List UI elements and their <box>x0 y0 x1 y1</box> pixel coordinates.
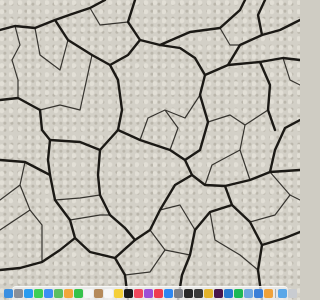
pages-icon[interactable] <box>263 289 273 298</box>
system-preferences-icon[interactable] <box>173 289 183 298</box>
desktop-wallpaper <box>0 0 300 300</box>
activity-monitor-icon[interactable] <box>193 289 203 298</box>
dock <box>3 286 297 300</box>
mail-icon[interactable] <box>43 289 53 298</box>
tv-icon[interactable] <box>123 289 133 298</box>
reminders-icon[interactable] <box>103 289 113 298</box>
vscode-icon[interactable] <box>223 289 233 298</box>
downloads-folder-icon[interactable] <box>277 289 287 298</box>
preview-icon[interactable] <box>243 289 253 298</box>
app-store-icon[interactable] <box>163 289 173 298</box>
photos-icon[interactable] <box>63 289 73 298</box>
finder-icon[interactable] <box>3 289 13 298</box>
crack-pattern <box>0 0 300 300</box>
notes-icon[interactable] <box>113 289 123 298</box>
chrome-icon[interactable] <box>203 289 213 298</box>
keynote-icon[interactable] <box>253 289 263 298</box>
news-icon[interactable] <box>153 289 163 298</box>
launchpad-icon[interactable] <box>13 289 23 298</box>
slack-icon[interactable] <box>213 289 223 298</box>
spotify-icon[interactable] <box>233 289 243 298</box>
podcasts-icon[interactable] <box>143 289 153 298</box>
dock-separator <box>274 289 276 298</box>
contacts-icon[interactable] <box>93 289 103 298</box>
messages-icon[interactable] <box>33 289 43 298</box>
music-icon[interactable] <box>133 289 143 298</box>
calendar-icon[interactable] <box>83 289 93 298</box>
terminal-icon[interactable] <box>183 289 193 298</box>
trash-icon[interactable] <box>287 289 297 298</box>
maps-icon[interactable] <box>53 289 63 298</box>
safari-icon[interactable] <box>23 289 33 298</box>
facetime-icon[interactable] <box>73 289 83 298</box>
